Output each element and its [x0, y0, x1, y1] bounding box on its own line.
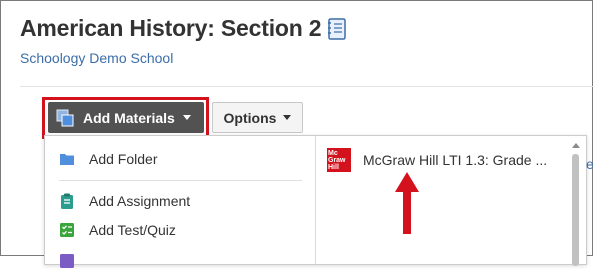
mcgraw-hill-logo: Mc Graw Hill	[327, 148, 351, 172]
menu-item-partial[interactable]	[59, 248, 299, 274]
school-link[interactable]: Schoology Demo School	[20, 50, 173, 66]
chevron-down-icon	[182, 115, 191, 120]
menu-item-add-assignment[interactable]: Add Assignment	[59, 188, 299, 214]
page-title: American History: Section 2	[20, 15, 347, 42]
scroll-up-arrow[interactable]	[572, 143, 580, 148]
test-quiz-icon	[59, 222, 75, 238]
assignment-icon	[59, 193, 75, 209]
menu-item-add-folder[interactable]: Add Folder	[59, 146, 299, 172]
options-label: Options	[223, 109, 277, 126]
notebook-icon[interactable]	[327, 17, 347, 40]
add-materials-menu: Add Folder Add Assignment Add Test/Quiz	[44, 135, 587, 268]
options-button[interactable]: Options	[212, 102, 303, 133]
menu-item-label: Add Assignment	[89, 193, 191, 209]
red-arrow-annotation	[395, 172, 419, 234]
folder-icon	[59, 151, 75, 167]
scrollbar-thumb[interactable]	[572, 154, 579, 266]
add-materials-label: Add Materials	[83, 109, 175, 126]
lti-tool-label: McGraw Hill LTI 1.3: Grade ...	[363, 152, 548, 168]
add-materials-icon	[56, 109, 74, 127]
menu-separator	[59, 180, 302, 181]
menu-item-label: Add Test/Quiz	[89, 222, 176, 238]
course-title: American History: Section 2	[20, 15, 322, 41]
chevron-down-icon	[283, 115, 292, 120]
menu-item-label: Add Folder	[89, 151, 158, 167]
header-divider	[20, 86, 593, 87]
edge-text: e	[586, 156, 593, 172]
add-materials-button[interactable]: Add Materials	[48, 102, 204, 133]
lti-tool-mcgraw-hill[interactable]: Mc Graw Hill McGraw Hill LTI 1.3: Grade …	[327, 146, 567, 174]
menu-column-divider	[315, 136, 316, 264]
partial-item-icon	[59, 253, 75, 269]
menu-item-add-test-quiz[interactable]: Add Test/Quiz	[59, 217, 299, 243]
